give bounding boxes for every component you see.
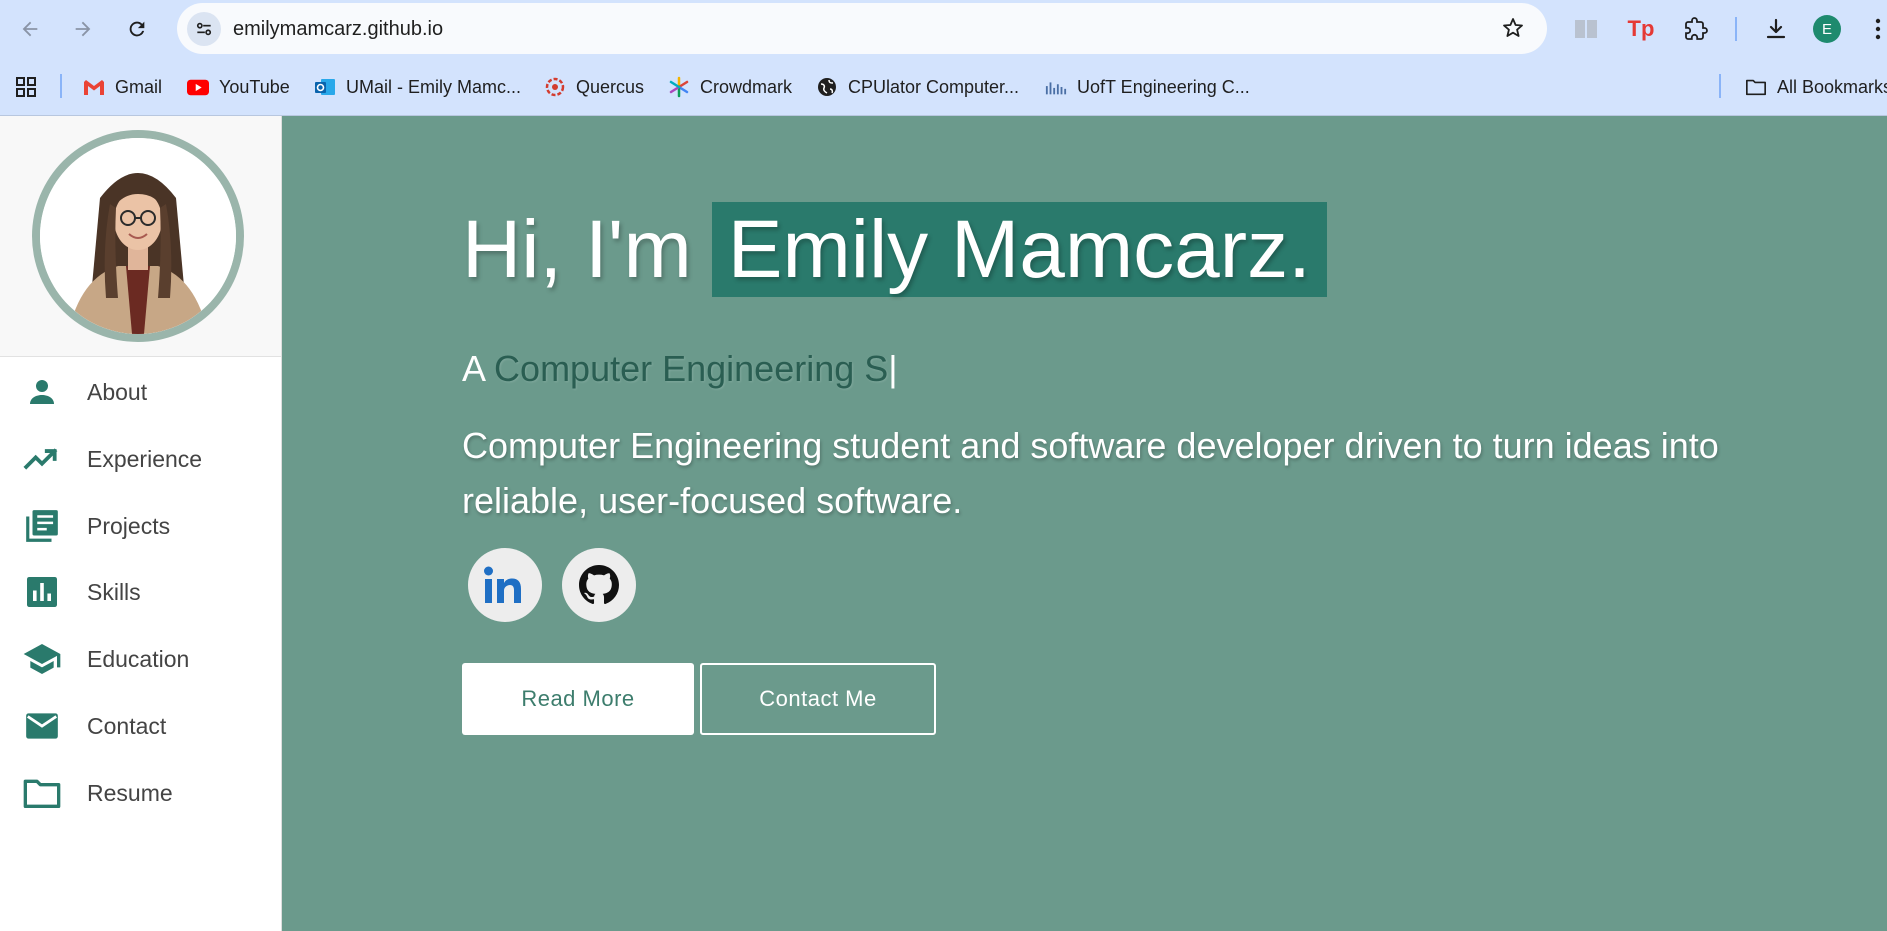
extensions-puzzle-icon[interactable]	[1679, 12, 1713, 46]
quercus-icon	[544, 76, 566, 98]
read-more-button[interactable]: Read More	[462, 663, 694, 735]
arrow-right-icon	[75, 21, 91, 37]
apps-grid-icon[interactable]	[14, 73, 38, 101]
sidebar-item-label: Experience	[87, 445, 203, 472]
greeting-text: Hi, I'm	[462, 203, 692, 295]
forward-button[interactable]	[66, 12, 100, 46]
school-icon	[22, 639, 62, 679]
toolbar-divider	[1735, 17, 1737, 41]
sidebar-item-label: About	[87, 378, 148, 405]
reload-button[interactable]	[120, 12, 154, 46]
bookmark-label: CPUlator Computer...	[848, 76, 1020, 97]
bookmark-cpulator[interactable]: CPUlator Computer...	[816, 73, 1019, 101]
github-icon	[579, 565, 619, 605]
subtitle-prefix: A	[462, 348, 485, 389]
gmail-icon	[83, 76, 105, 98]
sidebar-item-label: Contact	[87, 712, 167, 739]
arrow-left-icon	[22, 21, 38, 37]
reload-icon	[129, 21, 145, 37]
bookmark-star-icon[interactable]	[1501, 16, 1525, 45]
sidebar-item-projects[interactable]: Projects	[0, 498, 281, 554]
sidebar-item-label: Projects	[87, 512, 171, 539]
folder-outline-icon	[1745, 76, 1767, 98]
url-text[interactable]: emilymamcarz.github.io	[233, 18, 443, 41]
sidebar: About Experience Projects Skills Educati…	[0, 116, 282, 931]
sidebar-item-contact[interactable]: Contact	[0, 698, 281, 754]
profile-photo	[40, 138, 236, 334]
github-button[interactable]	[562, 548, 636, 622]
bookmarks-bar: Gmail YouTube UMail - Emily Mamc... Quer…	[0, 58, 1887, 116]
typed-text: Computer Engineering S	[494, 348, 889, 389]
profile-avatar[interactable]: E	[1813, 15, 1841, 43]
bookmark-crowdmark[interactable]: Crowdmark	[668, 73, 792, 101]
bookmark-umail[interactable]: UMail - Emily Mamc...	[314, 73, 521, 101]
all-bookmarks-button[interactable]: All Bookmarks	[1745, 73, 1887, 101]
hero-name: Emily Mamcarz.	[711, 202, 1327, 297]
bookmark-label: YouTube	[219, 76, 290, 97]
sidebar-item-label: Education	[87, 645, 190, 672]
folder-icon	[22, 773, 62, 813]
hero-heading: Hi, I'm Emily Mamcarz.	[462, 202, 1327, 297]
sidebar-item-skills[interactable]: Skills	[0, 564, 281, 620]
linkedin-icon	[484, 566, 521, 603]
address-bar[interactable]: emilymamcarz.github.io	[177, 3, 1547, 54]
sidebar-item-label: Skills	[87, 578, 141, 605]
bookmark-uoft-engineering[interactable]: UofT Engineering C...	[1045, 73, 1250, 101]
profile-area	[0, 116, 281, 357]
bar-chart-icon	[22, 572, 62, 612]
outlook-icon	[314, 76, 336, 98]
back-button[interactable]	[13, 12, 47, 46]
bookmark-divider	[60, 74, 62, 98]
sidebar-item-about[interactable]: About	[0, 364, 281, 420]
hero-subtitle: A Computer Engineering S|	[462, 348, 898, 390]
uoft-icon	[1045, 76, 1067, 98]
hero-description: Computer Engineering student and softwar…	[462, 425, 1719, 521]
library-books-icon	[22, 506, 62, 546]
crowdmark-icon	[668, 76, 690, 98]
site-info-icon[interactable]	[187, 12, 221, 46]
mail-icon	[22, 706, 62, 746]
browser-toolbar: emilymamcarz.github.io Tp E	[0, 0, 1887, 58]
typing-caret: |	[888, 348, 898, 389]
extension-tp-icon[interactable]: Tp	[1624, 12, 1658, 46]
sidebar-item-education[interactable]: Education	[0, 631, 281, 687]
bookmark-gmail[interactable]: Gmail	[83, 73, 162, 101]
contact-me-button[interactable]: Contact Me	[700, 663, 936, 735]
bookmark-label: Gmail	[115, 76, 163, 97]
linkedin-button[interactable]	[468, 548, 542, 622]
reading-mode-icon[interactable]	[1569, 12, 1603, 46]
bookmark-label: UMail - Emily Mamc...	[346, 76, 521, 97]
person-icon	[22, 372, 62, 412]
sidebar-item-label: Resume	[87, 779, 173, 806]
globe-icon	[816, 76, 838, 98]
bookmark-label: Crowdmark	[700, 76, 793, 97]
bookmark-label: UofT Engineering C...	[1077, 76, 1250, 97]
all-bookmarks-label: All Bookmarks	[1777, 76, 1887, 97]
bookmark-quercus[interactable]: Quercus	[544, 73, 644, 101]
sidebar-item-resume[interactable]: Resume	[0, 765, 281, 821]
youtube-icon	[187, 76, 209, 98]
sidebar-item-experience[interactable]: Experience	[0, 431, 281, 487]
bookmark-label: Quercus	[576, 76, 645, 97]
bookmark-divider	[1719, 74, 1721, 98]
profile-picture	[32, 130, 244, 342]
menu-kebab-icon[interactable]	[1868, 12, 1887, 46]
bookmark-youtube[interactable]: YouTube	[187, 73, 290, 101]
downloads-icon[interactable]	[1759, 12, 1793, 46]
hero-section: Hi, I'm Emily Mamcarz. A Computer Engine…	[282, 116, 1887, 931]
trending-up-icon	[22, 439, 62, 479]
